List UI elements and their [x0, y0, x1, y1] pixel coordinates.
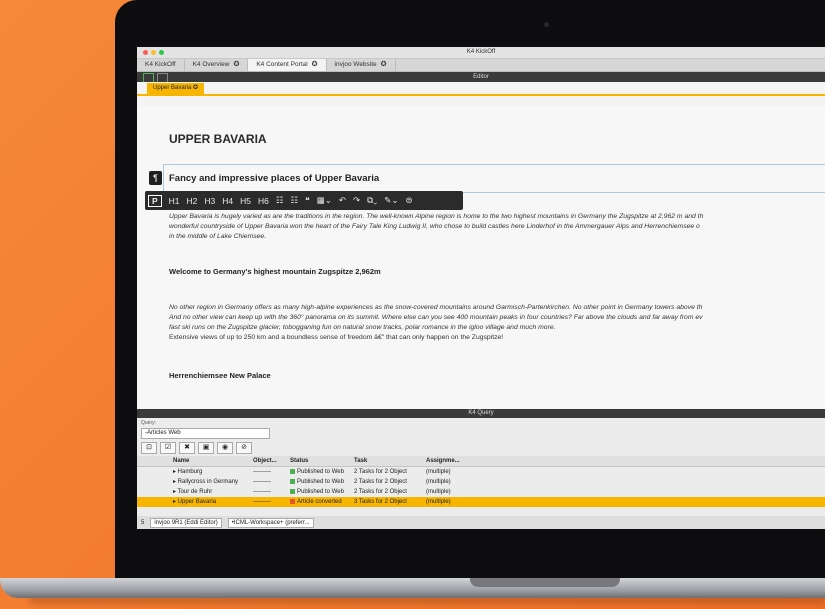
status-icon	[290, 478, 295, 484]
body-line[interactable]: No other region in Germany offers as man…	[169, 303, 702, 313]
app-window: K4 KickOff K4 KickOff K4 Overview ✪ K4 Co…	[137, 47, 825, 529]
edit-icon[interactable]: ✎⌄	[384, 195, 398, 206]
numbered-list-icon[interactable]: ☷	[291, 195, 299, 206]
body-line[interactable]: in the middle of Lake Chiemsee.	[169, 232, 266, 242]
new-icon[interactable]: ⊡	[141, 442, 157, 454]
editor-label: Editor	[473, 74, 489, 80]
body-line[interactable]: Upper Bavaria is hugely varied as are th…	[169, 212, 703, 222]
table-row-selected[interactable]: ▸ Upper Bavaria --------- Article conver…	[137, 497, 825, 507]
checkin-icon[interactable]: ☑	[160, 442, 176, 454]
paragraph-style-button[interactable]: P	[148, 194, 162, 207]
status-icon	[290, 488, 295, 494]
status-icon	[290, 468, 295, 474]
h1-button[interactable]: H1	[169, 196, 180, 206]
refresh-icon[interactable]: ⊘	[236, 442, 252, 454]
editor-select[interactable]: invjoo 9R1 (Eddi Editor)	[150, 517, 222, 528]
tab-content-portal[interactable]: K4 Content Portal ✪	[248, 59, 327, 71]
tab-overview[interactable]: K4 Overview ✪	[185, 59, 249, 71]
query-select[interactable]: -Articles Web	[141, 428, 270, 439]
bullet-list-icon[interactable]: ☷	[276, 195, 284, 206]
query-toolbar: ⊡ ☑ ✖ ▣ ◉ ⊘	[141, 442, 252, 454]
workspace-select[interactable]: •ICML-Workspace+ (preferr...	[227, 517, 314, 528]
delete-icon[interactable]: ✖	[179, 442, 195, 454]
h5-button[interactable]: H5	[240, 196, 251, 206]
title-bar: K4 KickOff	[137, 47, 825, 59]
tab-close-icon[interactable]: ✪	[381, 59, 387, 71]
heading-1[interactable]: UPPER BAVARIA	[169, 132, 267, 146]
col-object[interactable]: Object...	[253, 456, 290, 466]
h3-button[interactable]: H3	[204, 196, 215, 206]
col-task[interactable]: Task	[354, 456, 426, 466]
editor-header: Editor	[137, 72, 825, 83]
body-line[interactable]: fast ski runs on the Zugspitze glacier, …	[169, 323, 556, 333]
heading-2[interactable]: Fancy and impressive places of Upper Bav…	[169, 173, 379, 184]
col-assignment[interactable]: Assignme...	[426, 456, 476, 466]
query-panel: Query: -Articles Web ⊡ ☑ ✖ ▣ ◉ ⊘ Name Ob…	[137, 418, 825, 529]
format-toolbar: P H1 H2 H3 H4 H5 H6 ☷ ☷ ❝ ▦⌄ ↶ ↷ ⧉⌄ ✎⌄ ⊜	[145, 191, 463, 210]
zoom-dot[interactable]	[159, 50, 164, 55]
view-icon[interactable]: ◉	[217, 442, 233, 454]
close-dot[interactable]	[143, 50, 148, 55]
undo-icon[interactable]: ↶	[339, 195, 346, 206]
table-row[interactable]: ▸ Hamburg --------- Published to Web 2 T…	[137, 467, 825, 477]
table-row[interactable]: ▸ Rallycross in Germany --------- Publis…	[137, 477, 825, 487]
body-line[interactable]: wonderful countryside of Upper Bavaria w…	[169, 222, 700, 232]
table-header: Name Object... Status Task Assignme...	[137, 456, 825, 467]
query-label: Query:	[141, 420, 157, 426]
result-count: 5	[141, 519, 145, 526]
tab-close-icon[interactable]: ✪	[312, 59, 318, 71]
col-status[interactable]: Status	[290, 456, 354, 466]
tab-website[interactable]: invjoo Website ✪	[327, 59, 396, 71]
window-title: K4 KickOff	[466, 49, 496, 55]
table-icon[interactable]: ▦⌄	[317, 195, 332, 206]
tab-bar: K4 KickOff K4 Overview ✪ K4 Content Porta…	[137, 59, 825, 72]
laptop-notch	[470, 578, 620, 587]
heading-3[interactable]: Welcome to Germany's highest mountain Zu…	[169, 267, 381, 276]
redo-icon[interactable]: ↷	[353, 195, 360, 206]
quote-icon[interactable]: ❝	[305, 195, 310, 206]
document-tab[interactable]: Upper Bavaria ✪	[147, 83, 205, 94]
h6-button[interactable]: H6	[258, 196, 269, 206]
status-icon	[290, 498, 295, 504]
tab-close-icon[interactable]: ✪	[233, 59, 239, 71]
document-tab-bar: Upper Bavaria ✪	[137, 82, 825, 96]
minimize-dot[interactable]	[151, 50, 156, 55]
paragraph-mark-icon[interactable]: ¶	[149, 171, 162, 185]
table-row[interactable]: ▸ Tour de Ruhr --------- Published to We…	[137, 487, 825, 497]
tab-kickoff[interactable]: K4 KickOff	[137, 59, 185, 71]
h4-button[interactable]: H4	[222, 196, 233, 206]
preview-icon[interactable]: ▣	[198, 442, 214, 454]
media-icon[interactable]: ⧉⌄	[367, 195, 377, 206]
laptop-base	[0, 578, 825, 598]
body-line[interactable]: Extensive views of up to 250 km and a bo…	[169, 333, 503, 343]
col-name[interactable]: Name	[167, 456, 253, 466]
h2-button[interactable]: H2	[187, 196, 198, 206]
comment-icon[interactable]: ⊜	[406, 195, 413, 206]
query-header: K4 Query	[137, 409, 825, 418]
body-line[interactable]: And no other view can keep up with the 3…	[169, 313, 703, 323]
query-footer: 5 invjoo 9R1 (Eddi Editor) •ICML-Workspa…	[137, 516, 825, 529]
editor-canvas[interactable]: UPPER BAVARIA ¶ Fancy and impressive pla…	[137, 106, 825, 409]
camera	[544, 22, 549, 27]
heading-3[interactable]: Herrenchiemsee New Palace	[169, 371, 271, 380]
